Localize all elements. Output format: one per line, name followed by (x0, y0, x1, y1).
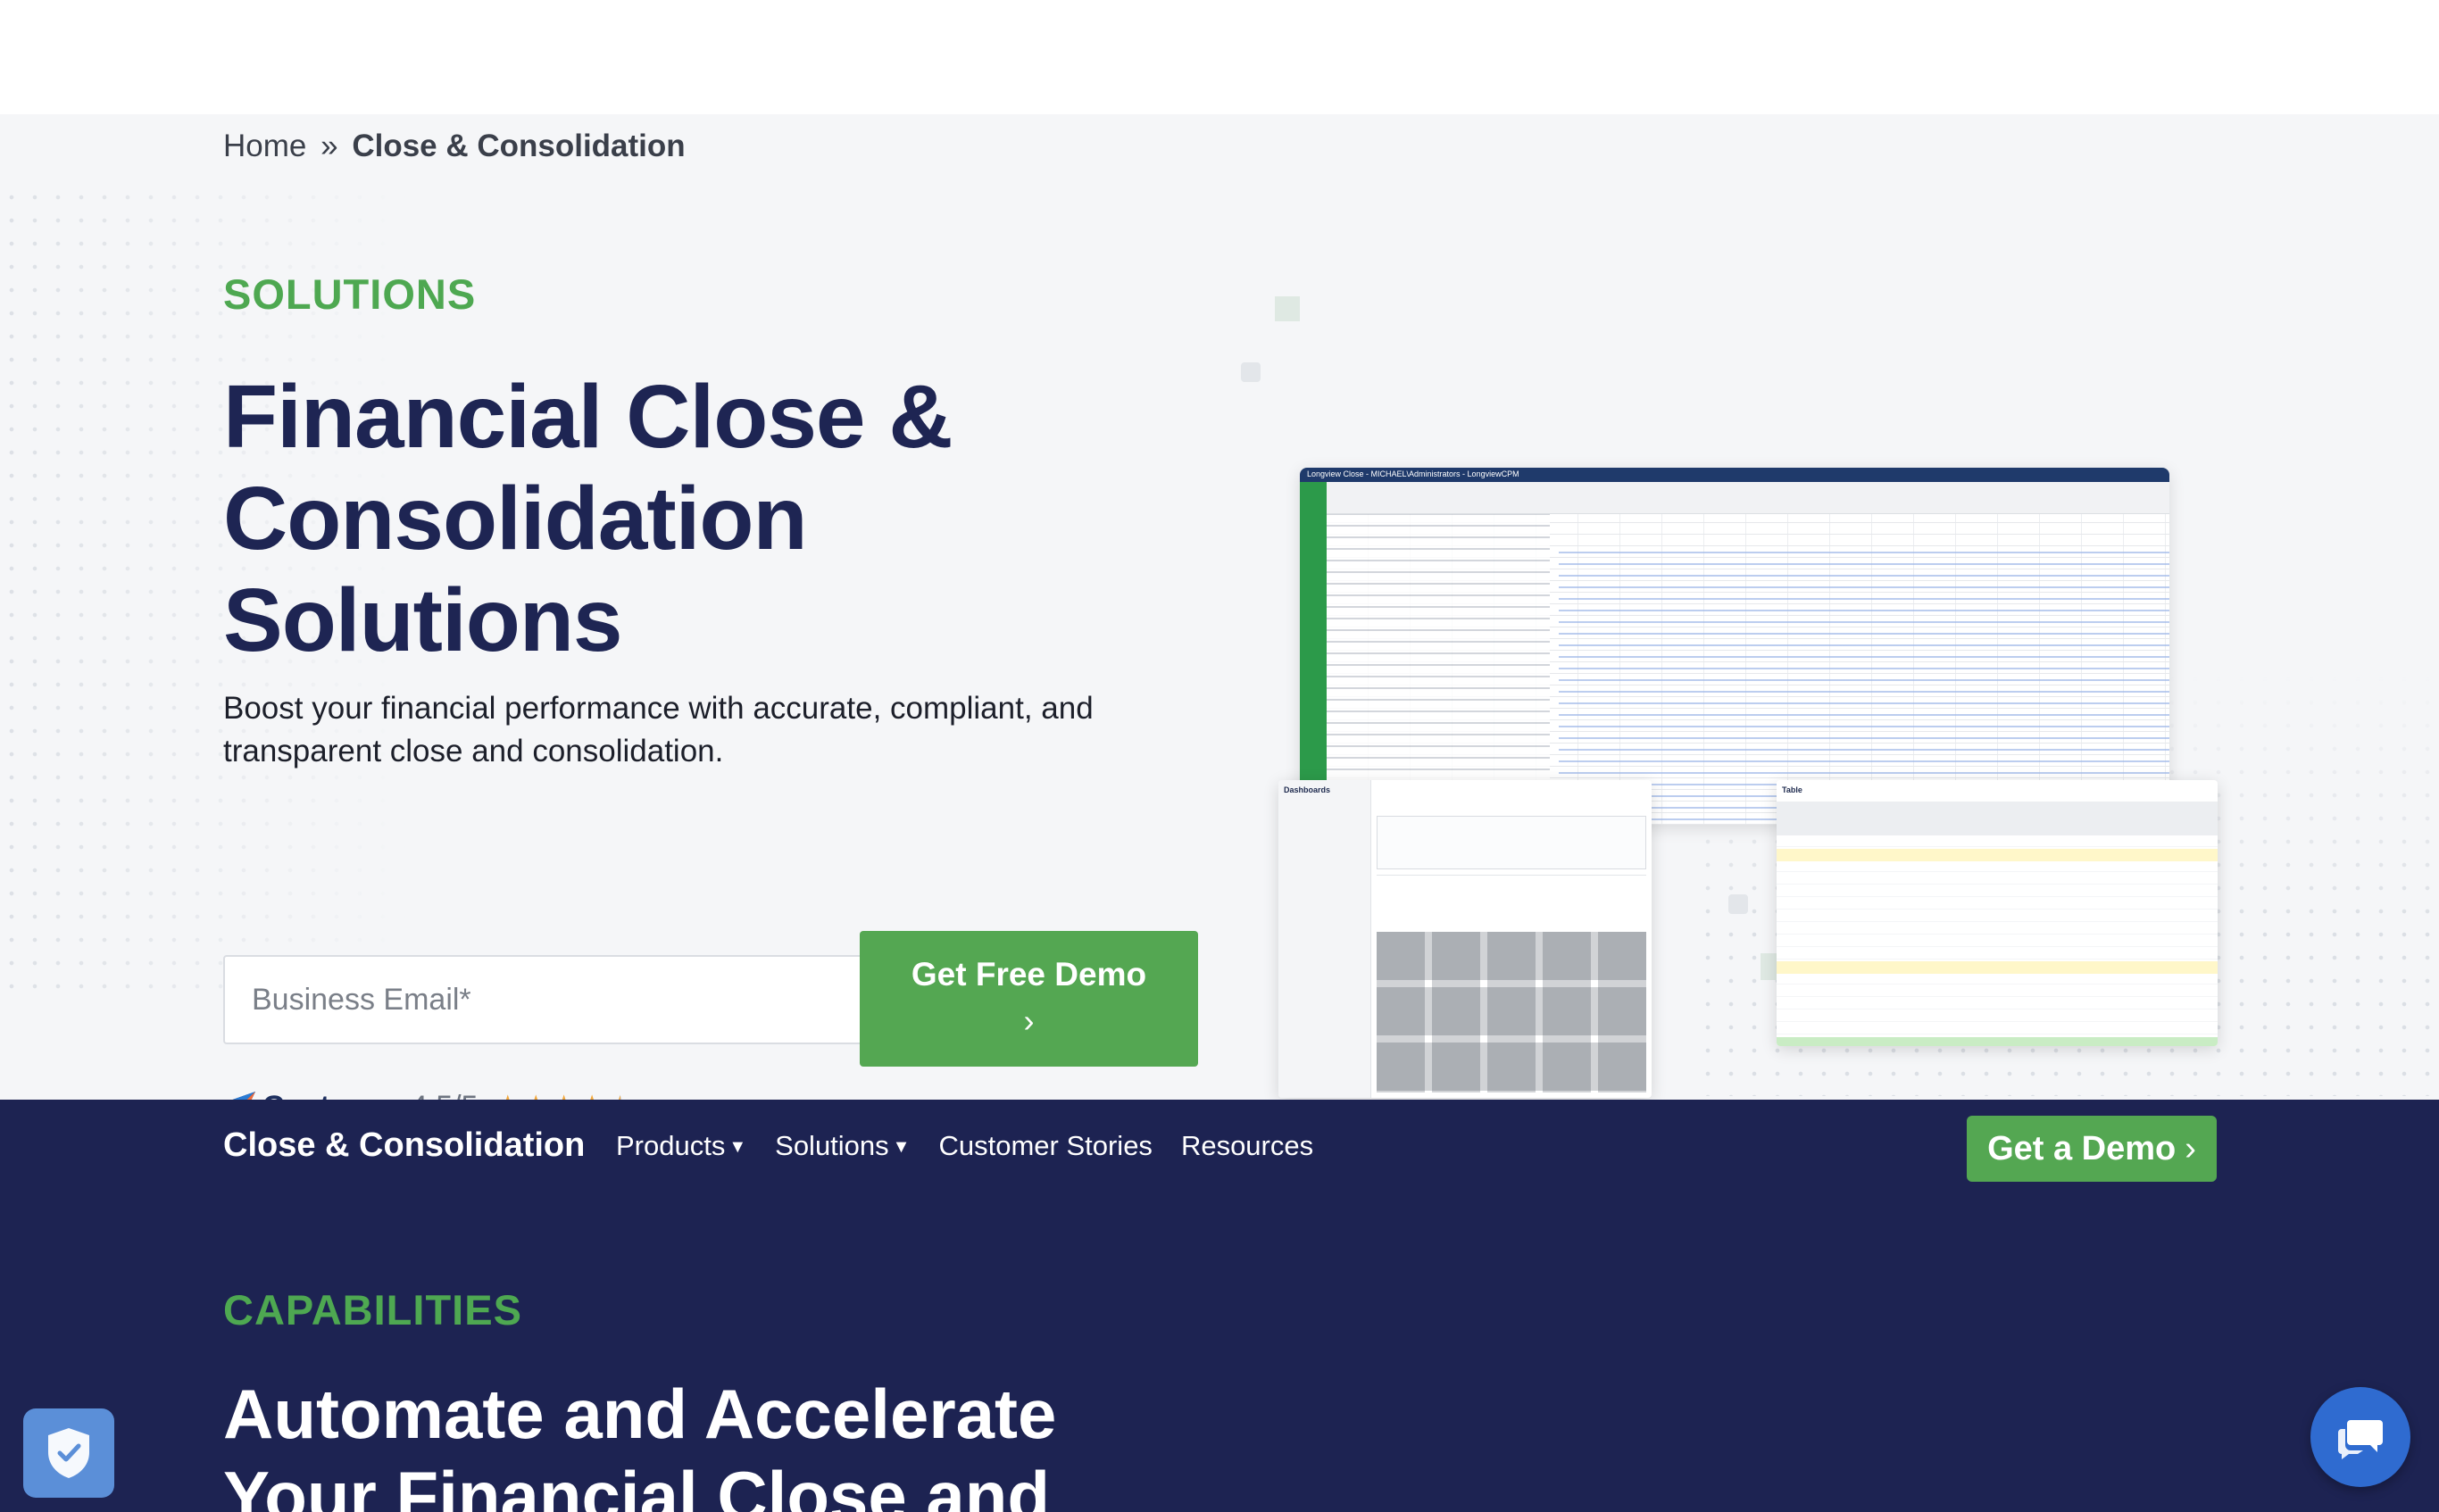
screenshot-window-title: Longview Close - MICHAEL\Administrators … (1300, 468, 2169, 482)
product-screenshot-main: Longview Close - MICHAEL\Administrators … (1300, 468, 2169, 825)
subnav-item-customer-stories[interactable]: Customer Stories (938, 1130, 1152, 1162)
capabilities-section: Close & Consolidation Products ▼ Solution… (0, 1100, 2439, 1512)
screenshot-data-grid (1327, 514, 2169, 825)
capterra-rating[interactable]: Capterra 4.5/5 ★★★★★★ (223, 1087, 635, 1100)
get-a-demo-button[interactable]: Get a Demo › (1967, 1116, 2217, 1182)
screenshot-table-title: Table (1782, 785, 1802, 794)
hero-subtitle: Boost your financial performance with ac… (223, 691, 1094, 768)
breadcrumb-separator: » (320, 129, 338, 163)
capterra-brand-name: Capterra (262, 1090, 387, 1101)
screenshot-dashboard-tiles (1377, 932, 1646, 1092)
capterra-logo-icon (223, 1090, 257, 1100)
get-a-demo-label: Get a Demo (1987, 1130, 2177, 1167)
get-free-demo-label: Get Free Demo (911, 956, 1147, 993)
screenshot-toolbar (1327, 482, 2169, 514)
chat-button[interactable] (2310, 1387, 2410, 1487)
chevron-right-icon: › (1023, 1002, 1035, 1039)
hero-eyebrow: SOLUTIONS (223, 270, 477, 318)
screenshot-table-rows (1777, 835, 2218, 1046)
decorative-square (1728, 894, 1748, 914)
page-title-line-2: Consolidation (223, 469, 808, 569)
privacy-shield-button[interactable] (23, 1408, 114, 1498)
decorative-square (1275, 296, 1300, 321)
page-title: Financial Close & Consolidation Solution… (223, 366, 1205, 671)
page-title-line-3: Solutions (223, 570, 623, 670)
rating-score: 4.5/5 (411, 1090, 479, 1101)
chevron-right-icon: › (2185, 1130, 2196, 1167)
subnav: Products ▼ Solutions ▼ Customer Stories Re… (616, 1130, 1313, 1162)
screenshot-sidebar (1300, 482, 1327, 825)
capabilities-title-line-1: Automate and Accelerate (223, 1375, 1057, 1453)
screenshot-dashboard-cards (1377, 875, 1646, 926)
caret-down-icon: ▼ (892, 1137, 911, 1157)
screenshot-table-highlight-row (1777, 961, 2218, 974)
subnav-item-products[interactable]: Products ▼ (616, 1130, 746, 1162)
screenshot-table-footer (1777, 1037, 2218, 1046)
product-screenshot-table: Table (1777, 780, 2218, 1046)
screenshot-dashboard-title: Dashboards (1284, 785, 1331, 794)
decorative-square (1241, 362, 1261, 382)
business-email-input[interactable] (223, 955, 862, 1044)
screenshot-dashboard-nav: Dashboards (1278, 780, 1371, 1098)
breadcrumb: Home » Close & Consolidation (223, 129, 686, 164)
subnav-item-label: Products (616, 1130, 726, 1161)
subnav-item-solutions[interactable]: Solutions ▼ (775, 1130, 910, 1162)
capabilities-title: Automate and Accelerate Your Financial C… (223, 1373, 1473, 1512)
screenshot-table-highlight-row (1777, 849, 2218, 861)
subnav-brand[interactable]: Close & Consolidation (223, 1126, 585, 1165)
subnav-item-resources[interactable]: Resources (1181, 1130, 1313, 1162)
top-header-bar (0, 0, 2439, 114)
get-free-demo-button[interactable]: Get Free Demo › (860, 931, 1198, 1067)
capabilities-title-line-2: Your Financial Close and (223, 1457, 1051, 1512)
screenshot-table-header (1777, 802, 2218, 835)
caret-down-icon: ▼ (728, 1137, 747, 1157)
chat-bubbles-icon (2338, 1420, 2383, 1459)
product-screenshot-dashboards: Dashboards (1278, 780, 1652, 1098)
breadcrumb-current: Close & Consolidation (352, 129, 686, 163)
hero-section: Home » Close & Consolidation SOLUTIONS F… (0, 114, 2439, 1100)
page-title-line-1: Financial Close & (223, 367, 953, 467)
screenshot-dashboard-header (1377, 816, 1646, 869)
breadcrumb-home-link[interactable]: Home (223, 129, 306, 163)
star-rating-icon: ★★★★★★ (494, 1089, 634, 1100)
capabilities-eyebrow: CAPABILITIES (223, 1286, 522, 1333)
shield-check-icon (48, 1428, 89, 1478)
subnav-item-label: Solutions (775, 1130, 889, 1161)
